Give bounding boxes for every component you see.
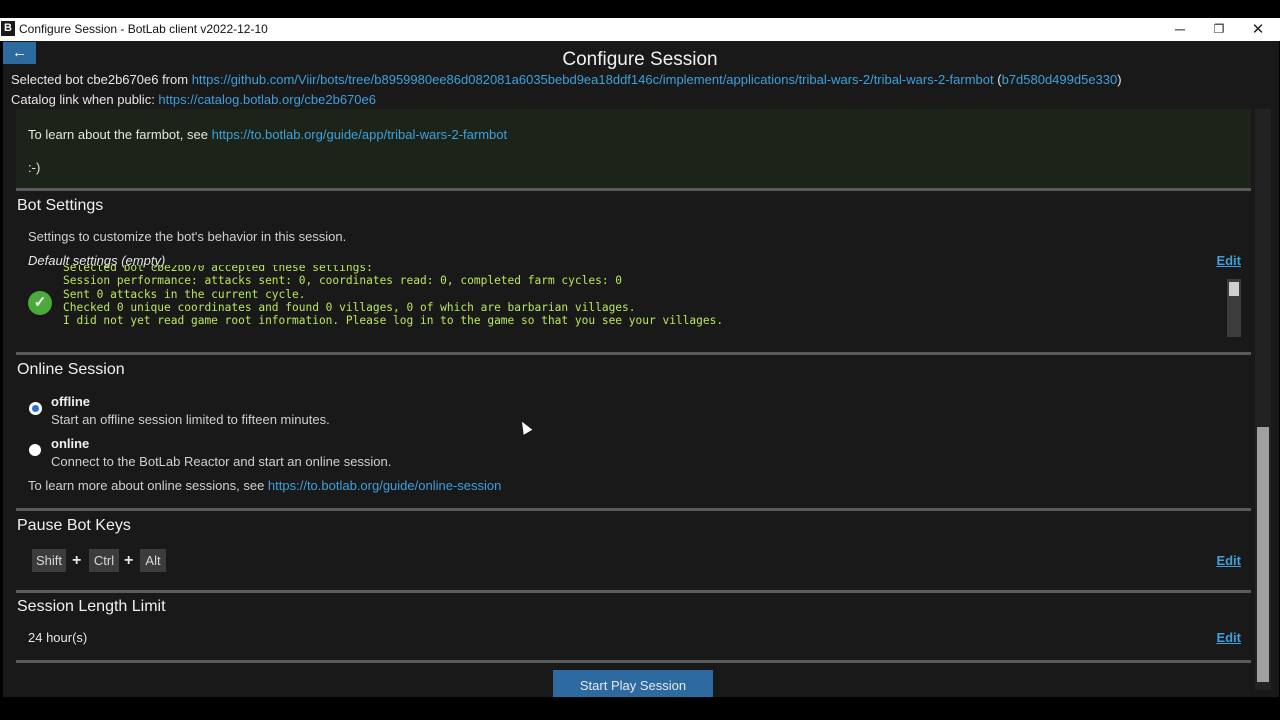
pause-bot-keys-heading: Pause Bot Keys: [17, 517, 131, 534]
screen-top-bar: [0, 0, 1280, 18]
catalog-line: Catalog link when public: https://catalo…: [11, 92, 376, 107]
section-divider: [16, 352, 1251, 355]
edit-pause-keys-link[interactable]: Edit: [1216, 553, 1241, 568]
page-scrollbar[interactable]: [1255, 109, 1271, 690]
session-length-value: 24 hour(s): [28, 630, 88, 645]
farmbot-guide-prefix: To learn about the farmbot, see: [28, 127, 212, 142]
offline-option-description: Start an offline session limited to fift…: [51, 412, 330, 427]
online-session-guide-line: To learn more about online sessions, see…: [28, 478, 501, 493]
key-shift: Shift: [32, 549, 66, 572]
plus-sign: +: [72, 552, 82, 569]
window-title: Configure Session - BotLab client v2022-…: [19, 22, 268, 36]
online-session-guide-link[interactable]: https://to.botlab.org/guide/online-sessi…: [268, 478, 501, 493]
online-session-heading: Online Session: [17, 361, 125, 378]
commit-hash-link[interactable]: b7d580d499d5e330: [1002, 72, 1118, 87]
section-divider: [16, 660, 1251, 663]
maximize-button[interactable]: ❐: [1199, 18, 1239, 41]
bot-status-box: ✓ Selected bot cbe2b670 accepted these s…: [24, 265, 1234, 337]
bot-status-log: Selected bot cbe2b670 accepted these set…: [63, 265, 724, 328]
selected-bot-prefix: Selected bot cbe2b670e6 from: [11, 72, 192, 87]
page-scrollbar-thumb[interactable]: [1257, 427, 1269, 682]
app-content: ← Configure Session Selected bot cbe2b67…: [3, 41, 1279, 697]
minimize-button[interactable]: ─: [1160, 18, 1200, 41]
commit-open: (: [993, 72, 1002, 87]
app-logo-icon: B: [1, 21, 15, 36]
commit-close: ): [1117, 72, 1122, 87]
section-divider: [16, 188, 1251, 191]
close-button[interactable]: ✕: [1238, 18, 1278, 41]
offline-option-label[interactable]: offline: [51, 394, 90, 409]
online-option-label[interactable]: online: [51, 436, 89, 451]
status-scrollbar[interactable]: [1227, 279, 1241, 337]
smiley-text: :-): [28, 160, 41, 175]
section-divider: [16, 590, 1251, 593]
farmbot-guide-line: To learn about the farmbot, see https://…: [28, 127, 507, 142]
edit-session-length-link[interactable]: Edit: [1216, 630, 1241, 645]
status-scrollbar-thumb[interactable]: [1229, 282, 1239, 296]
plus-sign: +: [124, 552, 134, 569]
selected-bot-line: Selected bot cbe2b670e6 from https://git…: [11, 72, 1122, 87]
window-titlebar: B Configure Session - BotLab client v202…: [0, 18, 1280, 41]
key-alt: Alt: [140, 549, 166, 572]
online-option-description: Connect to the BotLab Reactor and start …: [51, 454, 392, 469]
screen-bottom-bar: [0, 697, 1280, 720]
online-session-guide-prefix: To learn more about online sessions, see: [28, 478, 268, 493]
settings-scroll-area[interactable]: To learn about the farmbot, see https://…: [16, 109, 1251, 697]
bot-settings-description: Settings to customize the bot's behavior…: [28, 229, 347, 244]
section-divider: [16, 508, 1251, 511]
bot-source-link[interactable]: https://github.com/Viir/bots/tree/b89599…: [192, 72, 994, 87]
key-ctrl: Ctrl: [89, 549, 119, 572]
session-length-heading: Session Length Limit: [17, 598, 166, 615]
check-circle-icon: ✓: [28, 291, 52, 315]
farmbot-guide-link[interactable]: https://to.botlab.org/guide/app/tribal-w…: [212, 127, 508, 142]
catalog-prefix: Catalog link when public:: [11, 92, 159, 107]
bot-description-box: To learn about the farmbot, see https://…: [16, 109, 1251, 188]
page-title: Configure Session: [562, 49, 718, 70]
radio-online[interactable]: [29, 444, 41, 456]
bot-settings-heading: Bot Settings: [17, 197, 104, 214]
start-play-session-button[interactable]: Start Play Session: [553, 670, 713, 697]
radio-offline[interactable]: [29, 402, 42, 415]
catalog-link[interactable]: https://catalog.botlab.org/cbe2b670e6: [158, 92, 376, 107]
